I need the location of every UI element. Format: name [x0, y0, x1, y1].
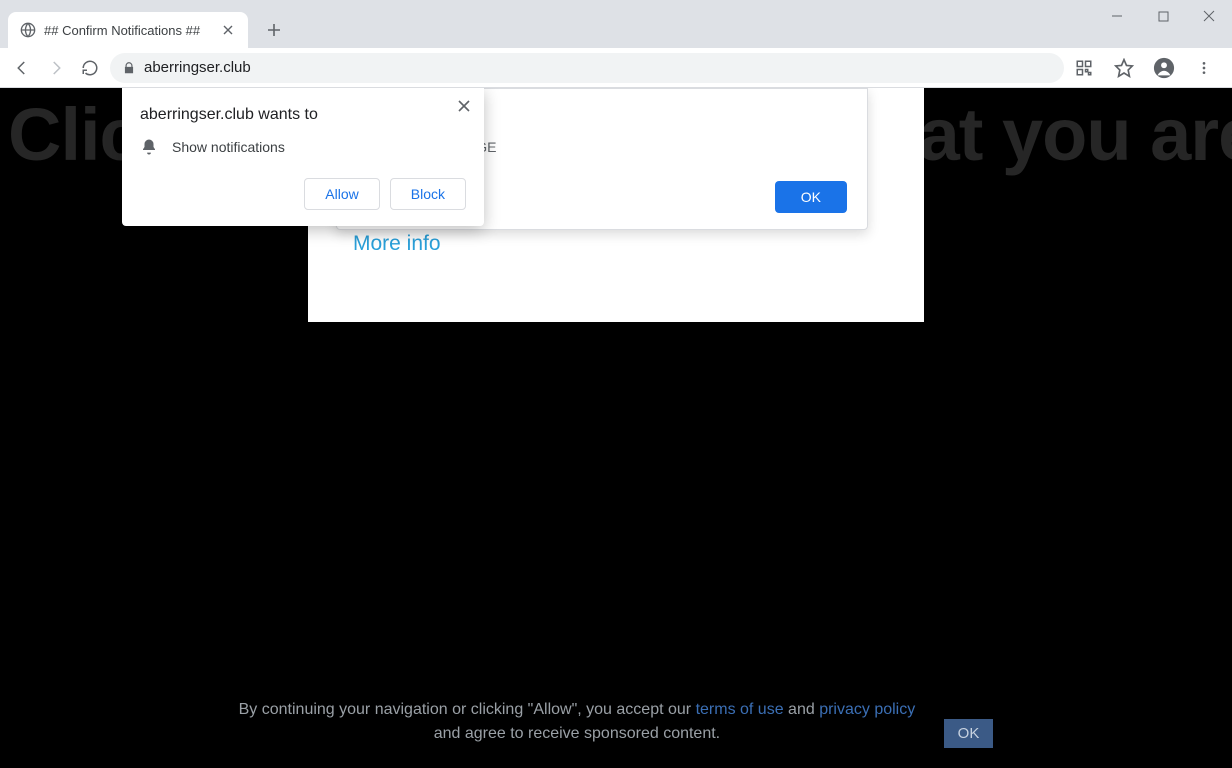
consent-ok-button[interactable]: OK [944, 719, 994, 748]
maximize-button[interactable] [1140, 0, 1186, 32]
bell-icon [140, 138, 158, 156]
consent-bar: By continuing your navigation or clickin… [0, 684, 1232, 768]
new-tab-button[interactable] [260, 16, 288, 44]
qr-icon[interactable] [1070, 54, 1098, 82]
permission-actions: Allow Block [140, 178, 466, 210]
consent-mid: and [784, 701, 820, 718]
terms-of-use-link[interactable]: terms of use [696, 701, 784, 718]
menu-button[interactable] [1190, 54, 1218, 82]
consent-prefix: By continuing your navigation or clickin… [239, 701, 696, 718]
consent-text: By continuing your navigation or clickin… [239, 698, 916, 746]
browser-tab[interactable]: ## Confirm Notifications ## [8, 12, 248, 48]
tab-close-button[interactable] [220, 22, 236, 38]
tab-strip: ## Confirm Notifications ## [0, 0, 1232, 48]
privacy-policy-link[interactable]: privacy policy [819, 701, 915, 718]
back-button[interactable] [8, 54, 36, 82]
permission-capability-row: Show notifications [140, 138, 466, 156]
consent-suffix: and agree to receive sponsored content. [434, 725, 720, 742]
reload-button[interactable] [76, 54, 104, 82]
more-info-link[interactable]: More info [353, 232, 441, 256]
permission-capability-label: Show notifications [172, 139, 285, 155]
minimize-button[interactable] [1094, 0, 1140, 32]
lock-icon [122, 61, 136, 75]
tab-title: ## Confirm Notifications ## [44, 23, 212, 38]
url-text: aberringser.club [144, 59, 251, 76]
toolbar-right [1070, 54, 1224, 82]
page-content: Click "Allow" to confirm that you are no… [0, 88, 1232, 768]
forward-button[interactable] [42, 54, 70, 82]
notification-permission-popup: aberringser.club wants to Show notificat… [122, 88, 484, 226]
permission-close-button[interactable] [454, 96, 474, 116]
window-controls [1094, 0, 1232, 32]
permission-origin-text: aberringser.club wants to [140, 106, 466, 124]
close-window-button[interactable] [1186, 0, 1232, 32]
globe-icon [20, 22, 36, 38]
alert-ok-button[interactable]: OK [775, 181, 847, 213]
profile-avatar-icon[interactable] [1150, 54, 1178, 82]
address-bar[interactable]: aberringser.club [110, 53, 1064, 83]
browser-window: ## Confirm Notifications ## [0, 0, 1232, 768]
bookmark-star-icon[interactable] [1110, 54, 1138, 82]
allow-button[interactable]: Allow [304, 178, 379, 210]
browser-toolbar: aberringser.club [0, 48, 1232, 88]
block-button[interactable]: Block [390, 178, 466, 210]
